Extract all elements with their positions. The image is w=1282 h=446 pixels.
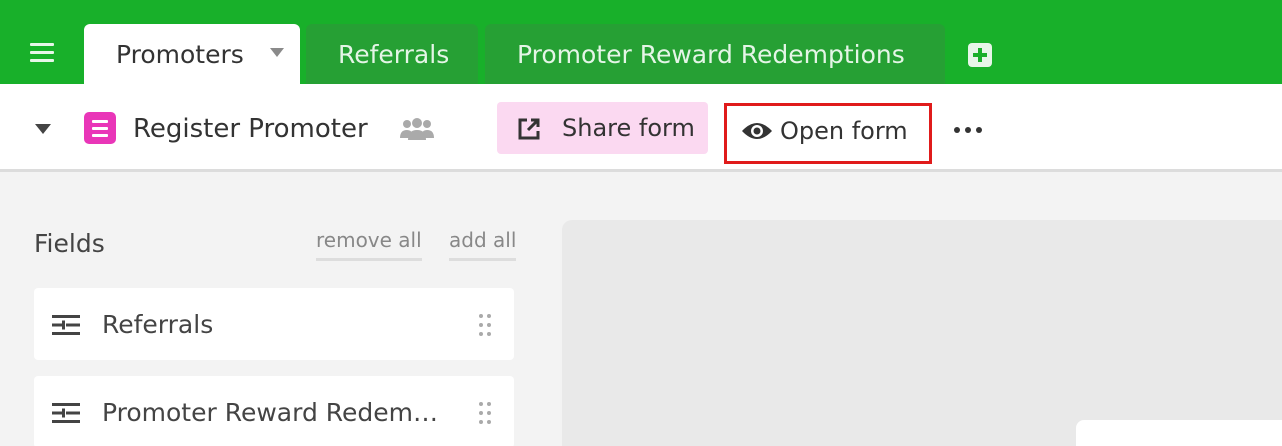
form-view-icon <box>84 112 116 144</box>
hamburger-menu-icon[interactable] <box>30 43 54 63</box>
add-tab-icon[interactable] <box>968 43 992 67</box>
tab-promoters[interactable]: Promoters <box>84 24 300 84</box>
add-all-button[interactable]: add all <box>449 228 517 261</box>
caret-down-icon[interactable] <box>270 48 284 57</box>
tab-label: Promoter Reward Redemptions <box>517 39 905 69</box>
more-icon[interactable] <box>954 126 982 134</box>
fields-heading: Fields <box>34 229 105 258</box>
tab-label: Referrals <box>338 39 450 69</box>
tab-promoter-reward-redemptions[interactable]: Promoter Reward Redemptions <box>485 24 945 84</box>
remove-all-button[interactable]: remove all <box>316 228 422 261</box>
field-item-referrals[interactable]: Referrals <box>34 288 514 360</box>
share-external-icon <box>518 118 540 140</box>
share-form-button[interactable]: Share form <box>497 102 708 154</box>
people-icon[interactable] <box>400 118 434 140</box>
eye-icon <box>742 123 772 139</box>
form-preview-card <box>1076 420 1282 446</box>
field-label: Referrals <box>102 310 214 339</box>
open-form-button[interactable]: Open form <box>724 103 932 164</box>
share-form-label: Share form <box>562 114 695 142</box>
open-form-label: Open form <box>780 117 908 145</box>
caret-down-icon[interactable] <box>35 124 51 134</box>
drag-handle-icon[interactable] <box>479 314 493 336</box>
link-field-icon <box>52 403 80 423</box>
drag-handle-icon[interactable] <box>479 402 493 424</box>
table-tab-bar: Promoters Referrals Promoter Reward Rede… <box>0 0 1282 84</box>
field-label: Promoter Reward Redemptions <box>102 398 452 427</box>
form-preview-area <box>562 220 1282 446</box>
field-item-promoter-reward-redemptions[interactable]: Promoter Reward Redemptions <box>34 376 514 446</box>
tab-referrals[interactable]: Referrals <box>306 24 478 84</box>
link-field-icon <box>52 315 80 335</box>
view-title[interactable]: Register Promoter <box>133 114 368 144</box>
tab-label: Promoters <box>116 39 244 69</box>
